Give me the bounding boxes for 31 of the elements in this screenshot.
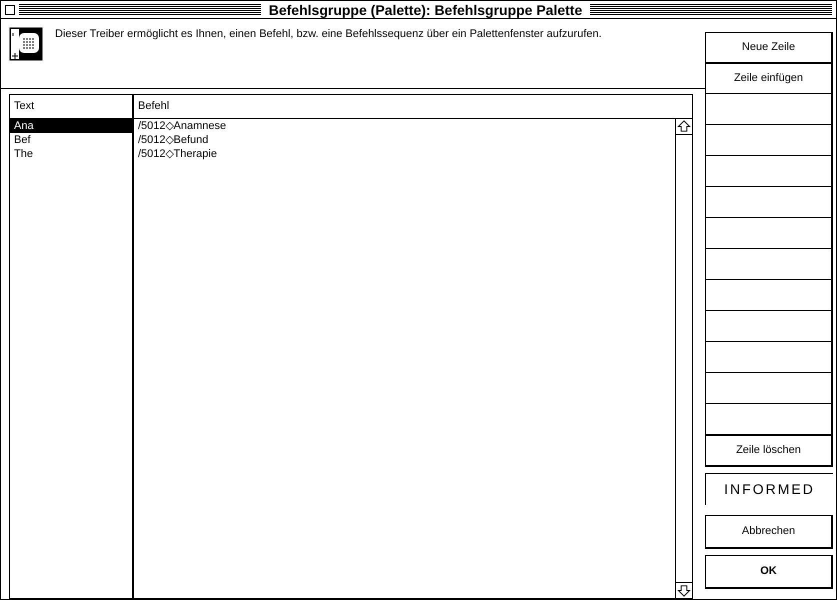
- table-cell-text: /5012◇Anamnese: [137, 119, 228, 133]
- blank-button[interactable]: [705, 125, 833, 157]
- side-button[interactable]: Zeile einfügen: [705, 63, 833, 95]
- table-cell-text: /5012◇Befund: [137, 133, 210, 147]
- scroll-down-arrow-icon[interactable]: [676, 582, 692, 598]
- scroll-up-arrow-icon[interactable]: [676, 119, 692, 135]
- side-button[interactable]: Zeile löschen: [705, 435, 833, 467]
- blank-button[interactable]: [705, 94, 833, 126]
- blank-button[interactable]: [705, 280, 833, 312]
- ok-button[interactable]: OK: [705, 555, 833, 589]
- window-title: Befehlsgruppe (Palette): Befehlsgruppe Palette: [268, 2, 584, 16]
- palette-document-icon: [9, 27, 43, 61]
- logo: INFORMED: [705, 473, 833, 505]
- blank-button[interactable]: [705, 311, 833, 343]
- table-cell[interactable]: The: [10, 147, 132, 161]
- blank-button[interactable]: [705, 187, 833, 219]
- description-text: Dieser Treiber ermöglicht es Ihnen, einen Befehl, bzw. eine Befehlssequenz über ein Palettenfenster aufzurufen.: [55, 27, 603, 42]
- blank-button[interactable]: [705, 218, 833, 250]
- side-button[interactable]: Neue Zeile: [705, 32, 833, 64]
- table-cell[interactable]: Ana: [10, 119, 132, 133]
- blank-button[interactable]: [705, 404, 833, 436]
- column-header[interactable]: Befehl: [134, 95, 692, 118]
- blank-button[interactable]: [705, 249, 833, 281]
- close-box-icon[interactable]: [5, 4, 15, 14]
- blank-button[interactable]: [705, 373, 833, 405]
- cancel-button[interactable]: Abbrechen: [705, 515, 833, 549]
- blank-button[interactable]: [705, 156, 833, 188]
- scrollbar[interactable]: [675, 119, 692, 598]
- table-cell-text: /5012◇Therapie: [137, 147, 218, 161]
- table-cell[interactable]: Bef: [10, 133, 132, 147]
- blank-button[interactable]: [705, 342, 833, 374]
